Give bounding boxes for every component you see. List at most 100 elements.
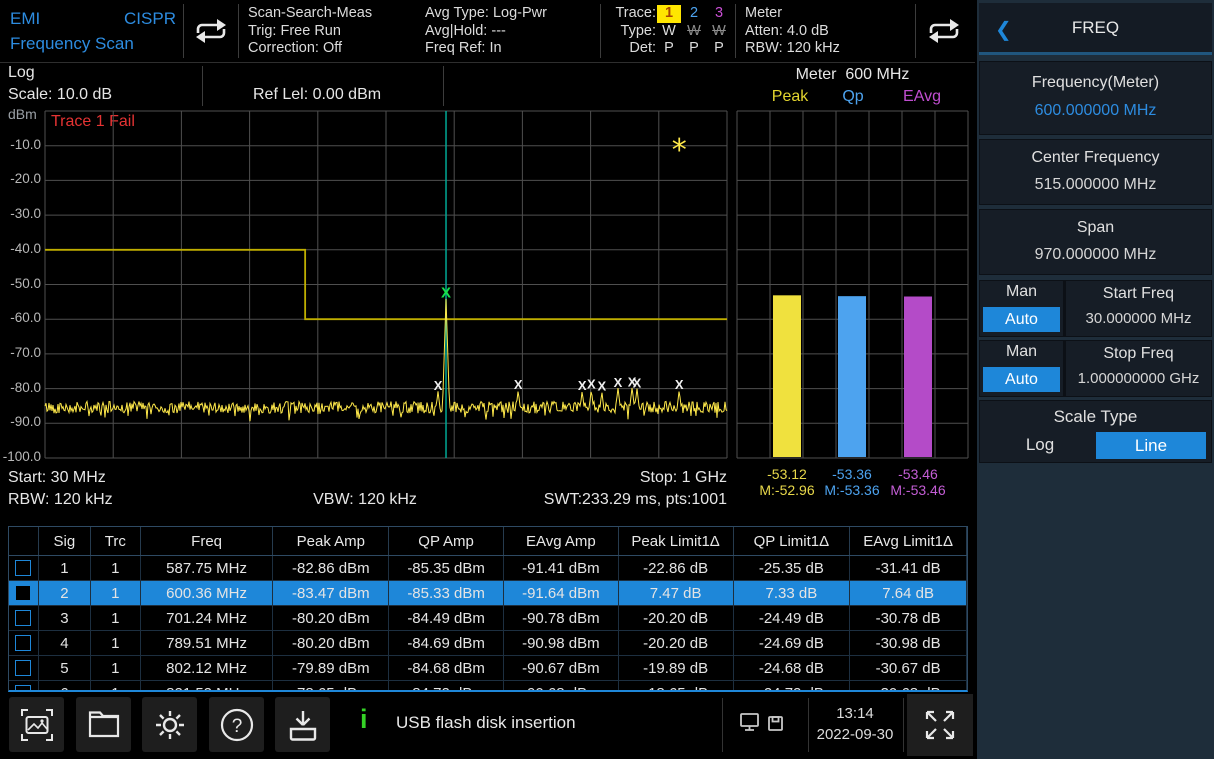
row-checkbox[interactable]	[15, 585, 31, 601]
signal-table[interactable]: SigTrcFreqPeak AmpQP AmpEAvg AmpPeak Lim…	[8, 526, 968, 692]
scan-restart-icon[interactable]	[189, 15, 233, 47]
item-label: Span	[980, 219, 1211, 237]
stop-freq-label: Stop: 1 GHz	[527, 469, 727, 487]
menu-item-center-frequency[interactable]: Center Frequency 515.000000 MHz	[979, 139, 1212, 205]
table-cell: -22.86 dB	[619, 556, 734, 580]
type-label: Type:	[602, 23, 656, 41]
trace-1-type: W	[657, 23, 681, 41]
table-row[interactable]: 21600.36 MHz-83.47 dBm-85.33 dBm-91.64 d…	[9, 581, 967, 606]
row-checkbox[interactable]	[15, 685, 31, 692]
scale-mode-label[interactable]: Log	[8, 64, 35, 82]
scale-line-option-selected[interactable]: Line	[1096, 432, 1206, 459]
avg-hold: Avg|Hold: ---	[425, 23, 547, 41]
file-manager-button[interactable]	[76, 697, 131, 752]
menu-item-stop-freq[interactable]: Man Auto Stop Freq 1.000000000 GHz	[979, 340, 1212, 397]
table-cell: 600.36 MHz	[141, 581, 274, 605]
column-header: EAvg Amp	[504, 527, 619, 555]
table-cell: -90.68 dBm	[504, 681, 619, 692]
det-label: Det:	[602, 40, 656, 58]
table-cell: -19.89 dB	[619, 656, 734, 680]
menu-item-scale-type[interactable]: Scale Type Log Line	[979, 400, 1212, 463]
man-option[interactable]: Man	[980, 343, 1063, 361]
trace-label: Trace:	[602, 5, 656, 23]
menu-item-frequency-meter[interactable]: Frequency(Meter) 600.000000 MHz	[979, 61, 1212, 135]
table-cell: 7.64 dB	[850, 581, 967, 605]
standard-label: CISPR	[124, 6, 176, 31]
row-select-cell	[9, 656, 39, 680]
scale-log-option[interactable]: Log	[1000, 435, 1080, 455]
auto-option-selected[interactable]: Auto	[983, 307, 1060, 332]
table-cell: -30.67 dB	[850, 656, 967, 680]
table-cell: 1	[91, 606, 141, 630]
table-row[interactable]: 31701.24 MHz-80.20 dBm-84.49 dBm-90.78 d…	[9, 606, 967, 631]
column-header: Sig	[39, 527, 91, 555]
screenshot-button[interactable]	[9, 697, 64, 752]
row-checkbox[interactable]	[15, 610, 31, 626]
column-header	[9, 527, 39, 555]
table-cell: -90.98 dBm	[504, 631, 619, 655]
y-axis-unit: dBm	[8, 106, 37, 122]
loop-arrows-icon	[922, 15, 966, 47]
table-cell: -20.20 dB	[619, 631, 734, 655]
man-option[interactable]: Man	[980, 283, 1063, 301]
scale-value-label[interactable]: Scale: 10.0 dB	[8, 86, 112, 104]
y-tick-label: -80.0	[0, 380, 41, 395]
svg-text:X: X	[675, 377, 684, 392]
download-icon	[284, 706, 322, 744]
menu-item-start-freq[interactable]: Man Auto Start Freq 30.000000 MHz	[979, 280, 1212, 337]
bottom-toolbar: ? i USB flash disk insertion	[0, 692, 975, 759]
svg-text:X: X	[633, 376, 642, 391]
item-value: 515.000000 MHz	[980, 176, 1211, 194]
divider	[903, 698, 904, 752]
freq-ref: Freq Ref: In	[425, 40, 547, 58]
row-checkbox[interactable]	[15, 635, 31, 651]
trace-1	[45, 299, 727, 421]
table-cell: -30.98 dB	[850, 631, 967, 655]
table-cell: -20.20 dB	[619, 606, 734, 630]
vbw-label: VBW: 120 kHz	[280, 491, 450, 509]
table-cell: 1	[91, 656, 141, 680]
man-auto-toggle[interactable]: Man Auto	[980, 281, 1066, 336]
svg-text:X: X	[434, 378, 443, 393]
table-cell: -83.47 dBm	[273, 581, 389, 605]
table-cell: -25.35 dB	[734, 556, 851, 580]
table-cell: -82.86 dBm	[273, 556, 389, 580]
auto-option-selected[interactable]: Auto	[983, 367, 1060, 392]
svg-text:?: ?	[231, 716, 242, 737]
item-label: Start Freq	[1066, 285, 1211, 303]
meter-restart-icon[interactable]	[922, 15, 966, 47]
fullscreen-button[interactable]	[907, 694, 973, 756]
mode-indicator[interactable]: EMI CISPR Frequency Scan	[10, 6, 176, 56]
table-cell: 1	[91, 681, 141, 692]
menu-title: FREQ	[979, 18, 1212, 38]
save-button[interactable]	[275, 697, 330, 752]
trace-status-block[interactable]: Trace: 1 2 3 Type: W W W Det: P P P	[602, 5, 731, 58]
table-cell: 3	[39, 606, 91, 630]
table-cell: -91.41 dBm	[504, 556, 619, 580]
table-row[interactable]: 41789.51 MHz-80.20 dBm-84.69 dBm-90.98 d…	[9, 631, 967, 656]
item-label: Center Frequency	[980, 149, 1211, 167]
help-button[interactable]: ?	[209, 697, 264, 752]
svg-text:X: X	[628, 374, 637, 389]
trace-3-badge: 3	[707, 5, 731, 23]
man-auto-toggle[interactable]: Man Auto	[980, 341, 1066, 396]
folder-icon	[85, 706, 123, 744]
table-cell: -24.72 dB	[734, 681, 851, 692]
menu-item-span[interactable]: Span 970.000000 MHz	[979, 209, 1212, 275]
menu-header[interactable]: ❮ FREQ	[979, 3, 1212, 55]
table-cell: -79.89 dBm	[273, 656, 389, 680]
svg-text:X: X	[587, 376, 596, 391]
row-checkbox[interactable]	[15, 560, 31, 576]
table-cell: 1	[91, 581, 141, 605]
column-header: Freq	[141, 527, 274, 555]
ref-level-label[interactable]: Ref Lel: 0.00 dBm	[253, 86, 381, 104]
row-checkbox[interactable]	[15, 660, 31, 676]
divider	[735, 4, 736, 58]
divider	[183, 4, 184, 58]
table-row[interactable]: 51802.12 MHz-79.89 dBm-84.68 dBm-90.67 d…	[9, 656, 967, 681]
table-row[interactable]: 61821.52 MHz-78.65 dBm-84.72 dBm-90.68 d…	[9, 681, 967, 692]
divider	[202, 66, 203, 106]
table-row[interactable]: 11587.75 MHz-82.86 dBm-85.35 dBm-91.41 d…	[9, 556, 967, 581]
divider	[722, 698, 723, 752]
settings-button[interactable]	[142, 697, 197, 752]
